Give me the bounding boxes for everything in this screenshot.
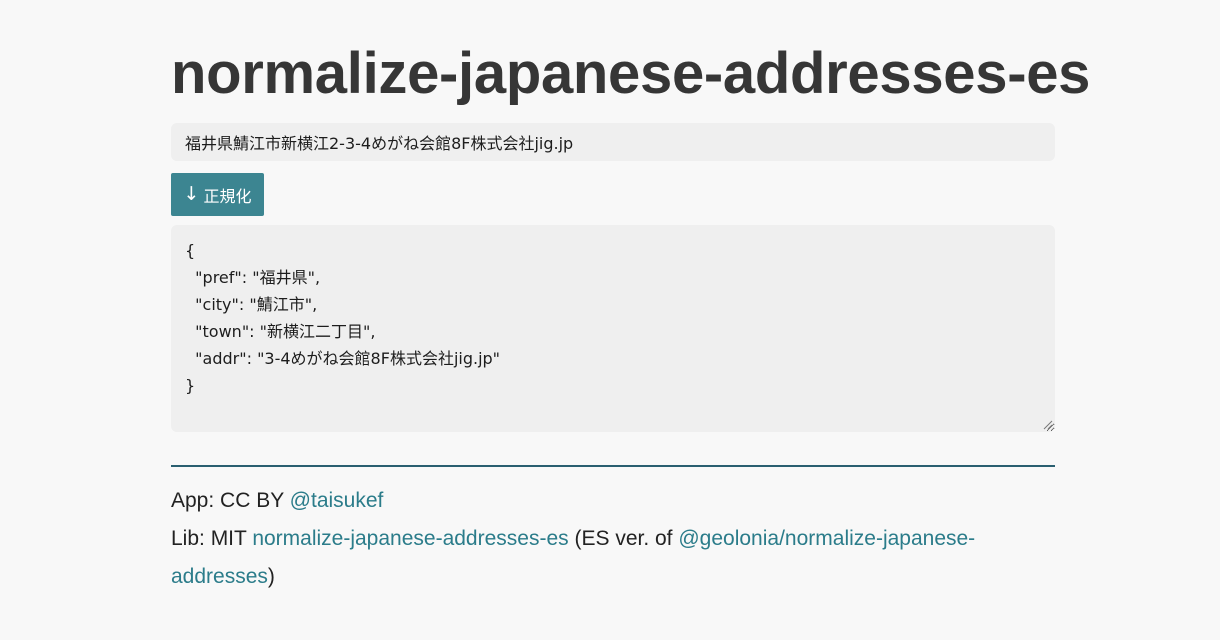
lib-license-middle: (ES ver. of <box>568 527 679 550</box>
author-link[interactable]: @taisukef <box>290 489 384 512</box>
normalize-button-label: 正規化 <box>203 186 252 206</box>
address-input[interactable] <box>171 123 1055 161</box>
app-license-prefix: App: CC BY <box>171 489 290 512</box>
footer: App: CC BY @taisukef Lib: MIT normalize-… <box>171 482 1055 596</box>
resize-grip-icon[interactable] <box>1042 419 1053 430</box>
app-license-line: App: CC BY @taisukef <box>171 482 1055 520</box>
lib-license-suffix: ) <box>267 565 275 588</box>
page-title: normalize-japanese-addresses-es <box>171 41 1091 106</box>
library-link[interactable]: normalize-japanese-addresses-es <box>252 527 568 550</box>
lib-license-prefix: Lib: MIT <box>171 527 253 550</box>
footer-divider <box>171 465 1055 467</box>
lib-license-line: Lib: MIT normalize-japanese-addresses-es… <box>171 520 1055 596</box>
normalize-button[interactable]: ↓ 正規化 <box>171 173 264 216</box>
result-textarea[interactable] <box>171 225 1055 432</box>
down-arrow-icon: ↓ <box>183 183 200 205</box>
